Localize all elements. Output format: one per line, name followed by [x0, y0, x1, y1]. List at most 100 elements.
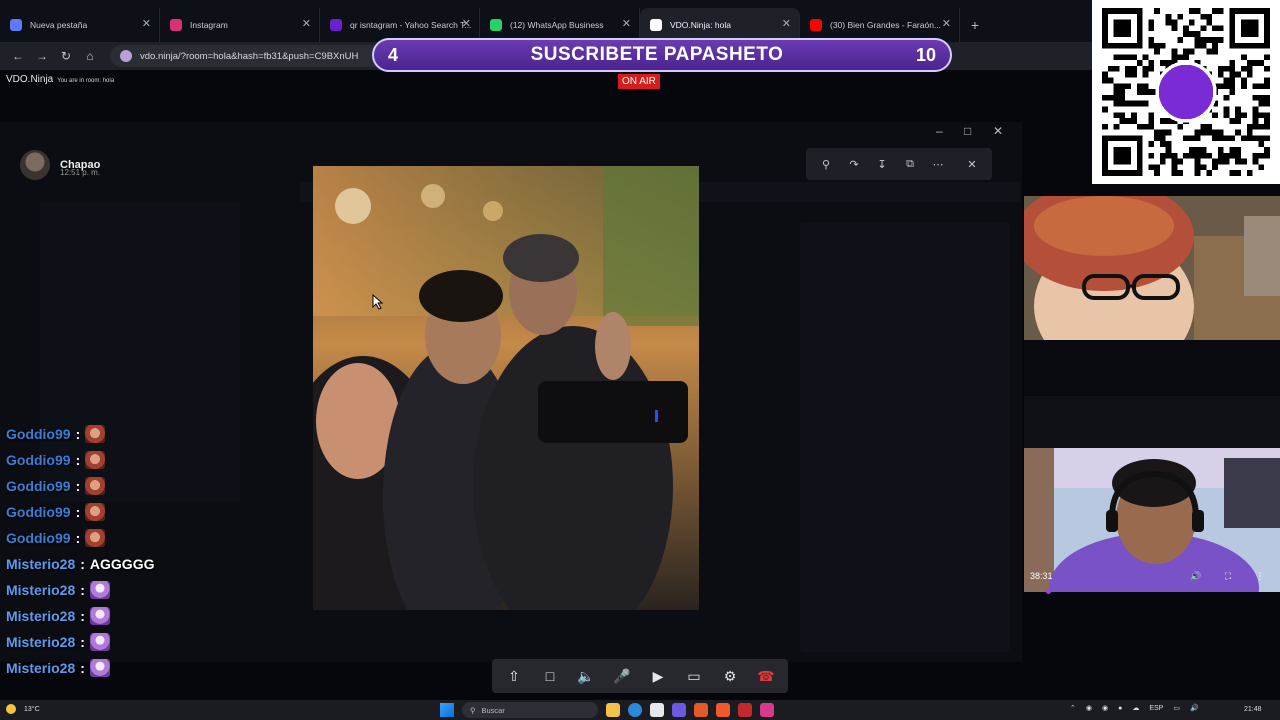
- windows-start-icon[interactable]: [440, 703, 454, 717]
- screen-share-icon[interactable]: ▭: [680, 662, 708, 690]
- chat-text: AGGGGG: [89, 556, 155, 572]
- close-viewer-icon[interactable]: ✕: [958, 158, 986, 171]
- tab-close-icon[interactable]: ✕: [782, 17, 791, 30]
- tab-3[interactable]: (12) WhatsApp Business ✕: [480, 8, 640, 42]
- chat-message: Goddio99:: [6, 499, 306, 525]
- tab-0[interactable]: Nueva pestaña ✕: [0, 8, 160, 42]
- fullscreen-icon[interactable]: ⛶: [1212, 571, 1244, 582]
- download-icon[interactable]: ↧: [868, 158, 896, 171]
- reload-icon[interactable]: ↻: [54, 44, 78, 68]
- guest-camera-1: [1024, 196, 1280, 341]
- emote-icon: [89, 659, 110, 677]
- photo-viewer[interactable]: [313, 166, 699, 610]
- maximize-icon[interactable]: □: [964, 124, 971, 138]
- zoom-icon[interactable]: ⚲: [812, 158, 840, 171]
- edge-icon[interactable]: [628, 703, 642, 717]
- viewer-toolbar: ⚲ ↷ ↧ ⧉ ⋯ ✕: [806, 148, 992, 180]
- tab-label: Instagram: [190, 20, 228, 30]
- file-explorer-icon[interactable]: [606, 703, 620, 717]
- chat-username: Goddio99: [6, 452, 71, 468]
- more-icon[interactable]: ⋯: [924, 158, 952, 171]
- chat-username: Misterio28: [6, 556, 76, 572]
- youtube-icon: [810, 19, 822, 31]
- obs-icon[interactable]: [694, 703, 708, 717]
- tray-app-icon[interactable]: ◉: [1102, 704, 1108, 712]
- chat-message: Goddio99:: [6, 473, 306, 499]
- tray-cloud-icon[interactable]: ☁: [1132, 704, 1139, 712]
- vdo-title: VDO.Ninja: [6, 74, 54, 85]
- tab-close-icon[interactable]: ✕: [142, 17, 151, 30]
- store-icon[interactable]: [650, 703, 664, 717]
- forward-icon[interactable]: →: [30, 44, 54, 68]
- app-icon-red[interactable]: [738, 703, 752, 717]
- chat-username: Goddio99: [6, 478, 71, 494]
- qr-pattern: [1102, 8, 1270, 176]
- discord-icon[interactable]: [672, 703, 686, 717]
- tab-2[interactable]: qr isntagram - Yahoo Search T... ✕: [320, 8, 480, 42]
- chat-separator: :: [75, 504, 81, 520]
- chat-username: Misterio28: [6, 634, 76, 650]
- home-icon[interactable]: ⌂: [78, 44, 102, 68]
- brave-icon[interactable]: [716, 703, 730, 717]
- volume-icon[interactable]: 🔊: [1180, 571, 1212, 582]
- tray-chevron-icon[interactable]: ⌃: [1070, 704, 1076, 712]
- back-icon[interactable]: ←: [6, 44, 30, 68]
- chat-message: Goddio99:: [6, 421, 306, 447]
- settings-icon[interactable]: ⚙: [716, 662, 744, 690]
- chat-separator: :: [80, 634, 85, 650]
- open-external-icon[interactable]: ⧉: [896, 158, 924, 171]
- tab-close-icon[interactable]: ✕: [462, 17, 471, 30]
- viewer-user: Chapao 12:51 p. m.: [20, 150, 100, 180]
- minimize-icon[interactable]: –: [936, 124, 943, 138]
- chat-icon[interactable]: □: [536, 662, 564, 690]
- tray-volume-icon[interactable]: 🔊: [1190, 704, 1199, 712]
- on-air-badge: ON AIR: [618, 74, 660, 89]
- globe-icon: [10, 19, 22, 31]
- tab-4[interactable]: VDO.Ninja: hola ✕: [640, 8, 800, 42]
- banner-text: SUSCRIBETE PAPASHETO: [530, 44, 784, 65]
- yahoo-icon: [330, 19, 342, 31]
- app-icon-pink[interactable]: [760, 703, 774, 717]
- microphone-icon[interactable]: 🎤: [608, 662, 636, 690]
- chat-separator: :: [80, 582, 85, 598]
- weather-widget[interactable]: 13°C: [6, 704, 40, 714]
- tab-close-icon[interactable]: ✕: [302, 17, 311, 30]
- tab-label: qr isntagram - Yahoo Search T...: [350, 20, 472, 30]
- share-file-icon[interactable]: ⇧: [500, 662, 528, 690]
- tab-close-icon[interactable]: ✕: [942, 17, 951, 30]
- site-info-icon[interactable]: [120, 50, 132, 62]
- tab-1[interactable]: Instagram ✕: [160, 8, 320, 42]
- chat-username: Goddio99: [6, 426, 71, 442]
- more-vertical-icon[interactable]: ⋮: [1244, 571, 1276, 582]
- emote-icon: [89, 607, 110, 625]
- camera-icon[interactable]: ▶: [644, 662, 672, 690]
- new-tab-button[interactable]: +: [960, 8, 990, 42]
- chat-message: Goddio99:: [6, 447, 306, 473]
- chat-message: Misterio28:: [6, 577, 306, 603]
- chat-separator: :: [80, 556, 85, 572]
- emote-icon: [85, 451, 106, 469]
- tray-mic-icon[interactable]: ●: [1118, 705, 1122, 712]
- tray-display-icon[interactable]: ▭: [1173, 704, 1180, 712]
- tab-5[interactable]: (30) Bien Grandes - Faraón... ✕: [800, 8, 960, 42]
- call-control-bar: ⇧ □ 🔈 🎤 ▶ ▭ ⚙ ☎: [492, 659, 788, 693]
- subscribe-banner: 4 SUSCRIBETE PAPASHETO 10: [372, 38, 952, 72]
- taskbar-search[interactable]: ⚲ Buscar: [462, 702, 598, 718]
- chat-username: Misterio28: [6, 582, 76, 598]
- vdoninja-icon: [650, 19, 662, 31]
- camera-2-timestamp: 38:31: [1030, 571, 1053, 581]
- speaker-icon[interactable]: 🔈: [572, 662, 600, 690]
- close-window-icon[interactable]: ✕: [993, 124, 1003, 138]
- camera-2-controls: 38:31 🔊 ⛶ ⋮: [1030, 568, 1276, 584]
- weather-icon: [6, 704, 16, 714]
- language-indicator[interactable]: ESP: [1149, 705, 1163, 712]
- forward-share-icon[interactable]: ↷: [840, 158, 868, 171]
- room-text: You are in room: hola: [57, 78, 115, 84]
- tray-wifi-icon[interactable]: ◉: [1086, 704, 1092, 712]
- chat-message: Goddio99:: [6, 525, 306, 551]
- taskbar-center: ⚲ Buscar: [440, 702, 774, 718]
- browser-tab-bar: Nueva pestaña ✕ Instagram ✕ qr isntagram - Y…: [0, 0, 1280, 42]
- url-text: vdo.ninja/?room=hola&hash=fb31&push=C9BX…: [140, 50, 359, 62]
- hangup-icon[interactable]: ☎: [752, 662, 780, 690]
- tab-close-icon[interactable]: ✕: [622, 17, 631, 30]
